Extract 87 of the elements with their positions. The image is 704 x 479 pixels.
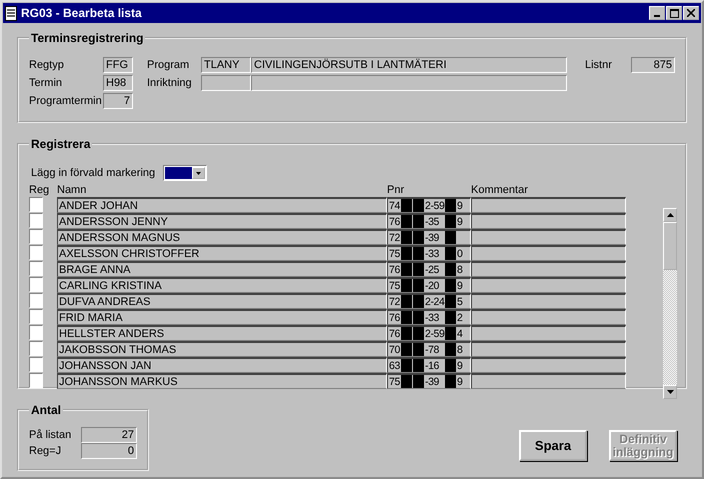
table-cell: 74 2-59 9 bbox=[387, 197, 471, 213]
close-icon bbox=[687, 9, 695, 17]
checkbox[interactable] bbox=[29, 261, 43, 276]
table-cell: 70 -78 8 bbox=[387, 341, 471, 357]
text-field[interactable]: 875 bbox=[631, 57, 675, 73]
table-cell: 72 2-24 5 bbox=[387, 293, 471, 309]
maximize-icon bbox=[670, 8, 678, 18]
column-header: Reg bbox=[29, 183, 50, 197]
table-cell[interactable] bbox=[471, 213, 626, 229]
field-label: Termin bbox=[29, 77, 64, 89]
table-cell[interactable] bbox=[471, 229, 626, 245]
table-cell: 76 2-59 4 bbox=[387, 325, 471, 341]
table-cell: DUFVA ANDREAS bbox=[57, 293, 387, 309]
table-cell: 72 -39 bbox=[387, 229, 471, 245]
table-cell: JOHANSSON MARKUS bbox=[57, 373, 387, 389]
close-button[interactable] bbox=[683, 6, 699, 20]
scroll-down-icon bbox=[666, 390, 674, 394]
text-field[interactable]: FFG bbox=[103, 57, 133, 73]
checkbox[interactable] bbox=[29, 277, 43, 292]
checkbox[interactable] bbox=[29, 357, 43, 372]
field-label: Listnr bbox=[585, 59, 613, 71]
table-cell[interactable] bbox=[471, 293, 626, 309]
checkbox[interactable] bbox=[29, 325, 43, 340]
checkbox[interactable] bbox=[29, 293, 43, 308]
table-cell[interactable] bbox=[471, 325, 626, 341]
column-header: Kommentar bbox=[471, 183, 529, 197]
table-cell[interactable] bbox=[471, 197, 626, 213]
checkbox[interactable] bbox=[29, 373, 43, 388]
document-icon bbox=[5, 6, 17, 20]
checkbox[interactable] bbox=[29, 245, 43, 260]
table-cell: 75 -33 0 bbox=[387, 245, 471, 261]
group-title: Registrera bbox=[30, 137, 92, 151]
window-title: RG03 - Bearbeta lista bbox=[21, 6, 143, 20]
table-cell: 63 -16 9 bbox=[387, 357, 471, 373]
table-cell: BRAGE ANNA bbox=[57, 261, 387, 277]
text-field[interactable]: 7 bbox=[103, 93, 133, 109]
field-label: Inriktning bbox=[147, 77, 193, 89]
checkbox[interactable] bbox=[29, 341, 43, 356]
table-cell: AXELSSON CHRISTOFFER bbox=[57, 245, 387, 261]
field-label: Reg=J bbox=[29, 445, 62, 457]
text-field[interactable]: 0 bbox=[81, 443, 137, 459]
column-header: Namn bbox=[57, 183, 88, 197]
table-cell[interactable] bbox=[471, 373, 626, 389]
table-cell: JAKOBSSON THOMAS bbox=[57, 341, 387, 357]
field-label: På listan bbox=[29, 429, 72, 441]
text-field[interactable]: TLANY bbox=[201, 57, 251, 73]
checkbox[interactable] bbox=[29, 197, 43, 212]
text-field[interactable] bbox=[201, 75, 251, 91]
scrollbar[interactable] bbox=[663, 208, 677, 399]
color-dropdown[interactable] bbox=[163, 165, 208, 181]
table-cell: ANDER JOHAN bbox=[57, 197, 387, 213]
table-cell[interactable] bbox=[471, 277, 626, 293]
table-cell: 76 -25 8 bbox=[387, 261, 471, 277]
table-cell[interactable] bbox=[471, 261, 626, 277]
table-cell: 76 -35 9 bbox=[387, 213, 471, 229]
table-cell: ANDERSSON JENNY bbox=[57, 213, 387, 229]
table-cell: JOHANSSON JAN bbox=[57, 357, 387, 373]
table-cell[interactable] bbox=[471, 357, 626, 373]
table-cell[interactable] bbox=[471, 245, 626, 261]
checkbox[interactable] bbox=[29, 229, 43, 244]
field-label: Lägg in förvald markering bbox=[31, 167, 156, 179]
group-title: Terminsregistrering bbox=[30, 31, 144, 45]
maximize-button[interactable] bbox=[666, 6, 682, 20]
table-cell: 76 -33 2 bbox=[387, 309, 471, 325]
field-label: Program bbox=[147, 59, 190, 71]
table-cell: HELLSTER ANDERS bbox=[57, 325, 387, 341]
table-cell[interactable] bbox=[471, 309, 626, 325]
checkbox[interactable] bbox=[29, 309, 43, 324]
text-field[interactable] bbox=[251, 75, 567, 91]
action-button[interactable]: Spara bbox=[519, 430, 587, 461]
table-cell: ANDERSSON MAGNUS bbox=[57, 229, 387, 245]
scroll-up-icon bbox=[666, 213, 674, 217]
text-field[interactable]: 27 bbox=[81, 427, 137, 443]
table-cell[interactable] bbox=[471, 341, 626, 357]
field-label: Regtyp bbox=[29, 59, 65, 71]
table-cell: CARLING KRISTINA bbox=[57, 277, 387, 293]
dropdown-arrow-icon bbox=[196, 172, 202, 174]
text-field[interactable]: H98 bbox=[103, 75, 133, 91]
minimize-button[interactable] bbox=[649, 6, 665, 20]
text-field[interactable]: CIVILINGENJÖRSUTB I LANTMÄTERI bbox=[251, 57, 567, 73]
checkbox[interactable] bbox=[29, 213, 43, 228]
table-cell: 75 -39 9 bbox=[387, 373, 471, 389]
column-header: Pnr bbox=[387, 183, 406, 197]
table-cell: FRID MARIA bbox=[57, 309, 387, 325]
field-label: Programtermin bbox=[29, 95, 103, 107]
table-cell: 75 -20 9 bbox=[387, 277, 471, 293]
group-title: Antal bbox=[30, 403, 62, 417]
